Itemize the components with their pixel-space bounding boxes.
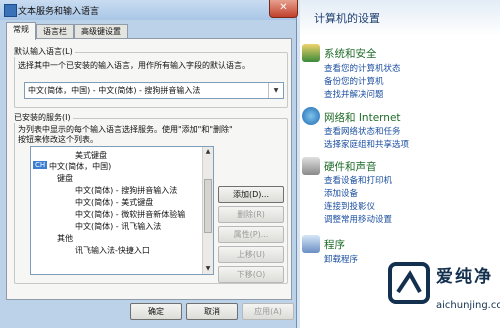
link-troubleshoot[interactable]: 查找并解决问题 bbox=[324, 88, 384, 100]
move-down-button[interactable]: 下移(O) bbox=[218, 266, 284, 283]
installed-services-label: 已安装的服务(I) bbox=[12, 112, 73, 123]
text-services-dialog: 文本服务和输入语言 ✕ 常规 语言栏 高级键设置 默认输入语言(L) 选择其中一… bbox=[0, 0, 298, 328]
globe-icon bbox=[302, 107, 320, 125]
link-uninstall[interactable]: 卸载程序 bbox=[324, 253, 358, 265]
category-system-security[interactable]: 系统和安全 bbox=[324, 46, 377, 61]
ok-button[interactable]: 确定 bbox=[130, 303, 182, 320]
default-language-value: 中文(简体，中国) - 中文(简体) - 搜狗拼音输入法 bbox=[28, 86, 201, 95]
tree-item[interactable]: 美式键盘 bbox=[75, 150, 107, 161]
tree-item[interactable]: 讯飞输入法-快捷入口 bbox=[75, 245, 150, 256]
tab-general[interactable]: 常规 bbox=[6, 22, 36, 40]
link-add-device[interactable]: 添加设备 bbox=[324, 187, 358, 199]
tab-advanced-keys[interactable]: 高级键设置 bbox=[74, 24, 128, 39]
watermark-logo-icon bbox=[388, 262, 430, 304]
move-up-button[interactable]: 上移(U) bbox=[218, 246, 284, 263]
keyboard-icon bbox=[4, 4, 17, 17]
link-projector[interactable]: 连接到投影仪 bbox=[324, 200, 375, 212]
scroll-down-icon[interactable]: ▼ bbox=[203, 264, 213, 274]
close-button[interactable]: ✕ bbox=[269, 0, 298, 18]
language-badge: CH bbox=[33, 161, 48, 169]
add-button[interactable]: 添加(D)... bbox=[218, 186, 284, 203]
default-language-select[interactable]: 中文(简体，中国) - 中文(简体) - 搜狗拼音输入法 ▼ bbox=[24, 82, 284, 99]
category-hardware-sound[interactable]: 硬件和声音 bbox=[324, 159, 377, 174]
printer-icon bbox=[302, 157, 320, 175]
tree-item[interactable]: 中文(简体) - 讯飞输入法 bbox=[75, 221, 161, 232]
default-language-desc: 选择其中一个已安装的输入语言，用作所有输入字段的默认语言。 bbox=[18, 61, 250, 70]
services-tree[interactable]: 美式键盘 CH 中文(简体，中国) 键盘 中文(简体) - 搜狗拼音输入法 中文… bbox=[30, 146, 214, 275]
tree-item[interactable]: 中文(简体，中国) bbox=[49, 161, 111, 172]
shield-icon bbox=[302, 44, 320, 62]
programs-icon bbox=[302, 235, 320, 253]
cancel-button[interactable]: 取消 bbox=[186, 303, 238, 320]
link-view-status[interactable]: 查看您的计算机状态 bbox=[324, 62, 401, 74]
link-network-status[interactable]: 查看网络状态和任务 bbox=[324, 125, 401, 137]
properties-button[interactable]: 属性(P)... bbox=[218, 226, 284, 243]
control-panel-title: 计算机的设置 bbox=[314, 12, 380, 25]
chevron-down-icon[interactable]: ▼ bbox=[268, 83, 283, 98]
default-language-label: 默认输入语言(L) bbox=[12, 46, 75, 57]
category-network[interactable]: 网络和 Internet bbox=[324, 110, 401, 125]
category-programs[interactable]: 程序 bbox=[324, 237, 345, 252]
link-devices-printers[interactable]: 查看设备和打印机 bbox=[324, 174, 392, 186]
installed-services-desc-2: 按钮来修改这个列表。 bbox=[18, 135, 98, 144]
tree-item[interactable]: 中文(简体) - 微软拼音新体验输 bbox=[75, 209, 185, 220]
tree-scrollbar[interactable]: ▲ ▼ bbox=[202, 147, 213, 274]
scroll-thumb[interactable] bbox=[204, 179, 212, 233]
remove-button[interactable]: 删除(R) bbox=[218, 206, 284, 223]
apply-button[interactable]: 应用(A) bbox=[242, 303, 294, 320]
tree-item[interactable]: 中文(简体) - 美式键盘 bbox=[75, 197, 153, 208]
tab-language-bar[interactable]: 语言栏 bbox=[36, 24, 74, 39]
tree-item[interactable]: 其他 bbox=[57, 233, 73, 244]
tree-item[interactable]: 中文(简体) - 搜狗拼音输入法 bbox=[75, 185, 177, 196]
link-backup[interactable]: 备份您的计算机 bbox=[324, 75, 384, 87]
link-homegroup[interactable]: 选择家庭组和共享选项 bbox=[324, 138, 409, 150]
watermark-title: 爱纯净 bbox=[436, 267, 493, 287]
link-mobility[interactable]: 调整常用移动设置 bbox=[324, 213, 392, 225]
tree-item[interactable]: 键盘 bbox=[57, 173, 73, 184]
scroll-up-icon[interactable]: ▲ bbox=[203, 147, 213, 157]
dialog-title: 文本服务和输入语言 bbox=[18, 7, 100, 17]
dialog-titlebar: 文本服务和输入语言 bbox=[0, 0, 296, 20]
watermark-url: aichunjing.com bbox=[436, 300, 500, 311]
